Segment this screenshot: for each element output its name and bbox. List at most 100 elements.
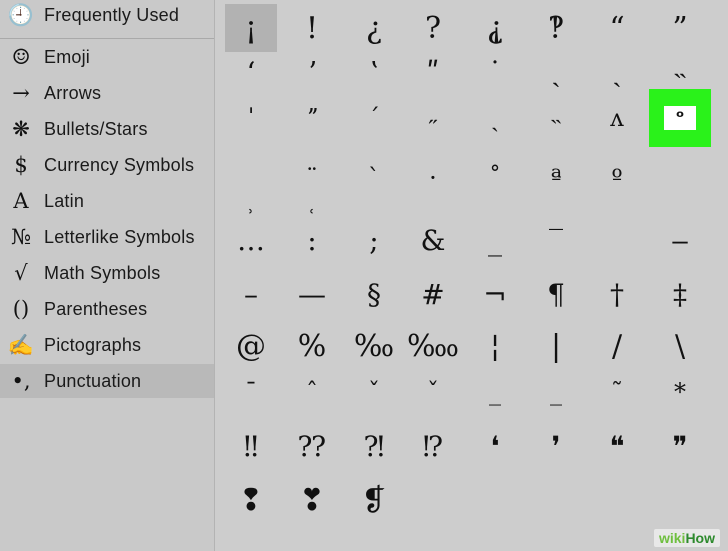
character-cell[interactable]: ‰ (348, 322, 400, 370)
character-cell[interactable]: † (591, 270, 643, 318)
character-cell[interactable]: ʽ (348, 48, 400, 96)
character-glyph: · (429, 164, 437, 192)
character-cell[interactable]: ⸘ (469, 4, 521, 52)
character-cell[interactable]: _ (469, 368, 521, 416)
character-cell[interactable]: | (530, 322, 582, 370)
character-glyph: ‡ (673, 277, 687, 311)
character-glyph: ˶ (429, 103, 437, 132)
character-cell[interactable]: ˙ (469, 48, 521, 96)
character-cell[interactable]: ‡ (654, 270, 706, 318)
character-cell[interactable]: ˎ (591, 48, 643, 96)
character-glyph: ᵒ (664, 106, 696, 130)
sidebar-item-currency-symbols[interactable]: $ Currency Symbols (0, 148, 214, 182)
character-cell[interactable]: _ (530, 368, 582, 416)
sidebar-item-bullets-stars[interactable]: ❋ Bullets/Stars (0, 112, 214, 146)
character-cell[interactable]: ˵ (530, 94, 582, 142)
character-cell[interactable]: ˶ (407, 94, 459, 142)
character-cell[interactable]: ¬ (469, 270, 521, 318)
character-cell[interactable]: ʻ (225, 48, 277, 96)
character-cell[interactable]: ‼ (225, 422, 277, 470)
character-cell[interactable]: ˏ (469, 94, 521, 142)
character-cell[interactable]: “ (591, 4, 643, 52)
character-cell[interactable]: — (286, 270, 338, 318)
character-cell[interactable]: ˆ (286, 368, 338, 416)
character-cell[interactable]: ¿ (348, 4, 400, 52)
character-glyph: ¦ (489, 328, 501, 364)
sidebar-item-label: Latin (44, 190, 85, 211)
character-cell[interactable]: & (407, 216, 459, 264)
character-cell[interactable]: ʼ (286, 48, 338, 96)
character-glyph: & (420, 223, 446, 257)
sidebar-item-pictographs[interactable]: ✍ Pictographs (0, 328, 214, 362)
character-cell[interactable]: ˇ (348, 368, 400, 416)
character-cell[interactable]: … (225, 216, 277, 264)
character-cell[interactable]: @ (225, 322, 277, 370)
character-cell[interactable]: ❢ (225, 476, 277, 524)
character-glyph: ¿ (365, 10, 383, 46)
sidebar-item-arrows[interactable]: → Arrows (0, 76, 214, 110)
character-cell[interactable]: º (591, 154, 643, 202)
character-cell[interactable]: ˚ (469, 154, 521, 202)
character-glyph: ❣ (299, 482, 325, 518)
character-cell[interactable]: ❞ (654, 422, 706, 470)
character-cell[interactable]: ; (348, 216, 400, 264)
character-cell[interactable]: ❡ (348, 476, 400, 524)
character-cell[interactable]: ‾ (530, 216, 582, 264)
character-cell[interactable]: % (286, 322, 338, 370)
character-cell[interactable]: / (591, 322, 643, 370)
character-cell[interactable]: ˋ (348, 154, 400, 202)
sidebar-item-label: Parentheses (44, 298, 148, 319)
character-cell[interactable]: ‒ (654, 216, 706, 264)
character-cell[interactable]: ˏ (530, 48, 582, 96)
character-cell[interactable]: # (407, 270, 459, 318)
character-cell[interactable]: ‽ (530, 4, 582, 52)
character-glyph: † (610, 277, 624, 311)
sidebar-item-latin[interactable]: A Latin (0, 184, 214, 218)
character-glyph: ˆ (306, 378, 318, 406)
character-cell[interactable]: ⁈ (348, 422, 400, 470)
character-cell[interactable]: : (286, 216, 338, 264)
character-cell[interactable]: ❛ (469, 422, 521, 470)
sidebar-item-punctuation[interactable]: •, Punctuation (0, 364, 214, 398)
character-glyph: * (674, 378, 686, 406)
character-glyph: ? (424, 10, 442, 46)
character-cell[interactable]: ❝ (591, 422, 643, 470)
character-cell[interactable]: ⁇ (286, 422, 338, 470)
character-cell[interactable]: ¦ (469, 322, 521, 370)
character-cell[interactable]: ” (654, 4, 706, 52)
character-cell[interactable]: ˮ (286, 94, 338, 142)
sidebar-item-parentheses[interactable]: () Parentheses (0, 292, 214, 326)
sidebar-item-frequently-used[interactable]: 🕘 Frequently Used (0, 0, 214, 32)
character-cell[interactable]: _ (469, 216, 521, 264)
character-cell[interactable]: ⁉ (407, 422, 459, 470)
character-cell[interactable]: ❣ (286, 476, 338, 524)
character-glyph: \ (674, 328, 686, 364)
character-cell[interactable]: ¶ (530, 270, 582, 318)
selected-character[interactable]: ¡ (225, 4, 277, 52)
character-cell[interactable]: ˊ (348, 94, 400, 142)
character-cell[interactable]: ˜ (591, 368, 643, 416)
character-cell[interactable]: ʌ (591, 94, 643, 142)
character-cell[interactable]: * (654, 368, 706, 416)
character-cell[interactable]: ʺ (407, 48, 459, 96)
character-cell[interactable]: ! (286, 4, 338, 52)
character-cell[interactable]: · (407, 154, 459, 202)
character-cell[interactable]: ‱ (407, 322, 459, 370)
character-cell[interactable]: – (225, 270, 277, 318)
highlighted-character[interactable]: ᵒ (649, 89, 711, 147)
character-cell[interactable]: ❜ (530, 422, 582, 470)
category-sidebar: 🕘 Frequently Used ☺ Emoji → Arrows ❋ Bullets/St… (0, 0, 215, 551)
sidebar-item-emoji[interactable]: ☺ Emoji (0, 40, 214, 74)
character-cell[interactable]: § (348, 270, 400, 318)
character-glyph: / (611, 328, 623, 364)
character-cell[interactable]: ? (407, 4, 459, 52)
character-cell[interactable]: ª (530, 154, 582, 202)
sidebar-item-letterlike-symbols[interactable]: № Letterlike Symbols (0, 220, 214, 254)
sidebar-item-math-symbols[interactable]: √ Math Symbols (0, 256, 214, 290)
character-cell[interactable]: ˈ (225, 94, 277, 142)
character-cell[interactable]: ˇ (407, 368, 459, 416)
character-cell[interactable]: ˉ (225, 368, 277, 416)
sidebar-item-label: Letterlike Symbols (44, 226, 195, 247)
sidebar-item-label: Math Symbols (44, 262, 161, 283)
character-cell[interactable]: \ (654, 322, 706, 370)
